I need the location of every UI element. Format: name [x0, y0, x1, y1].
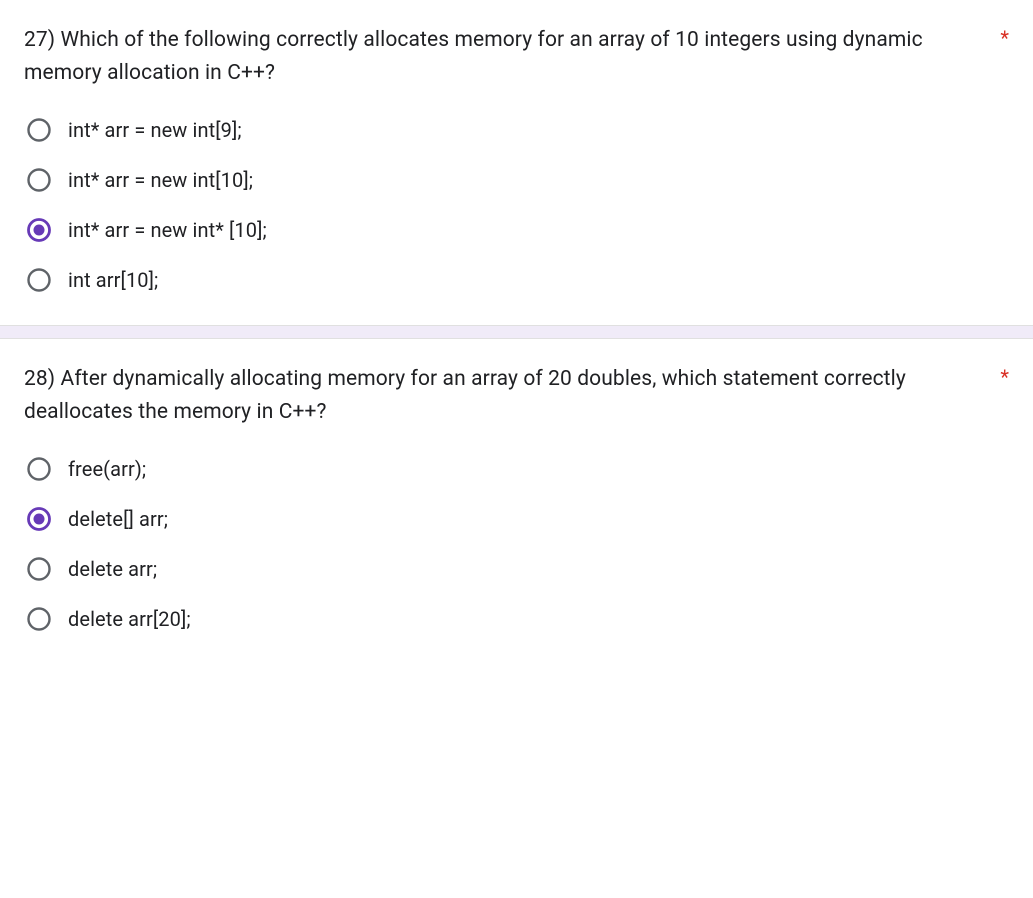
- options-group: free(arr); delete[] arr; delete arr; del…: [24, 456, 1009, 632]
- required-star-icon: *: [1000, 24, 1009, 52]
- radio-unchecked-icon: [26, 556, 52, 582]
- option-row[interactable]: int arr[10];: [26, 267, 1009, 293]
- option-label: delete[] arr;: [68, 507, 168, 531]
- option-row[interactable]: delete arr;: [26, 556, 1009, 582]
- question-card-27: 27) Which of the following correctly all…: [0, 0, 1033, 325]
- question-text: 28) After dynamically allocating memory …: [24, 363, 994, 428]
- option-label: delete arr[20];: [68, 607, 191, 631]
- question-header: 27) Which of the following correctly all…: [24, 24, 1009, 89]
- option-label: free(arr);: [68, 457, 146, 481]
- question-number: 28): [24, 367, 55, 391]
- option-row[interactable]: int* arr = new int[10];: [26, 167, 1009, 193]
- option-label: int* arr = new int[10];: [68, 168, 253, 192]
- radio-unchecked-icon: [26, 606, 52, 632]
- option-row[interactable]: delete[] arr;: [26, 506, 1009, 532]
- required-star-icon: *: [1000, 363, 1009, 391]
- question-text: 27) Which of the following correctly all…: [24, 24, 994, 89]
- card-divider: [0, 325, 1033, 339]
- question-body: After dynamically allocating memory for …: [24, 367, 906, 424]
- options-group: int* arr = new int[9]; int* arr = new in…: [24, 117, 1009, 293]
- option-row[interactable]: int* arr = new int* [10];: [26, 217, 1009, 243]
- option-label: delete arr;: [68, 557, 157, 581]
- form-wrapper: 27) Which of the following correctly all…: [0, 0, 1033, 664]
- option-row[interactable]: delete arr[20];: [26, 606, 1009, 632]
- radio-unchecked-icon: [26, 117, 52, 143]
- option-label: int* arr = new int* [10];: [68, 218, 267, 242]
- question-body: Which of the following correctly allocat…: [24, 28, 923, 85]
- option-label: int arr[10];: [68, 268, 158, 292]
- radio-unchecked-icon: [26, 456, 52, 482]
- radio-checked-icon: [26, 217, 52, 243]
- question-number: 27): [24, 28, 55, 52]
- radio-unchecked-icon: [26, 267, 52, 293]
- question-card-28: 28) After dynamically allocating memory …: [0, 339, 1033, 664]
- question-header: 28) After dynamically allocating memory …: [24, 363, 1009, 428]
- option-row[interactable]: free(arr);: [26, 456, 1009, 482]
- radio-checked-icon: [26, 506, 52, 532]
- option-label: int* arr = new int[9];: [68, 118, 242, 142]
- option-row[interactable]: int* arr = new int[9];: [26, 117, 1009, 143]
- radio-unchecked-icon: [26, 167, 52, 193]
